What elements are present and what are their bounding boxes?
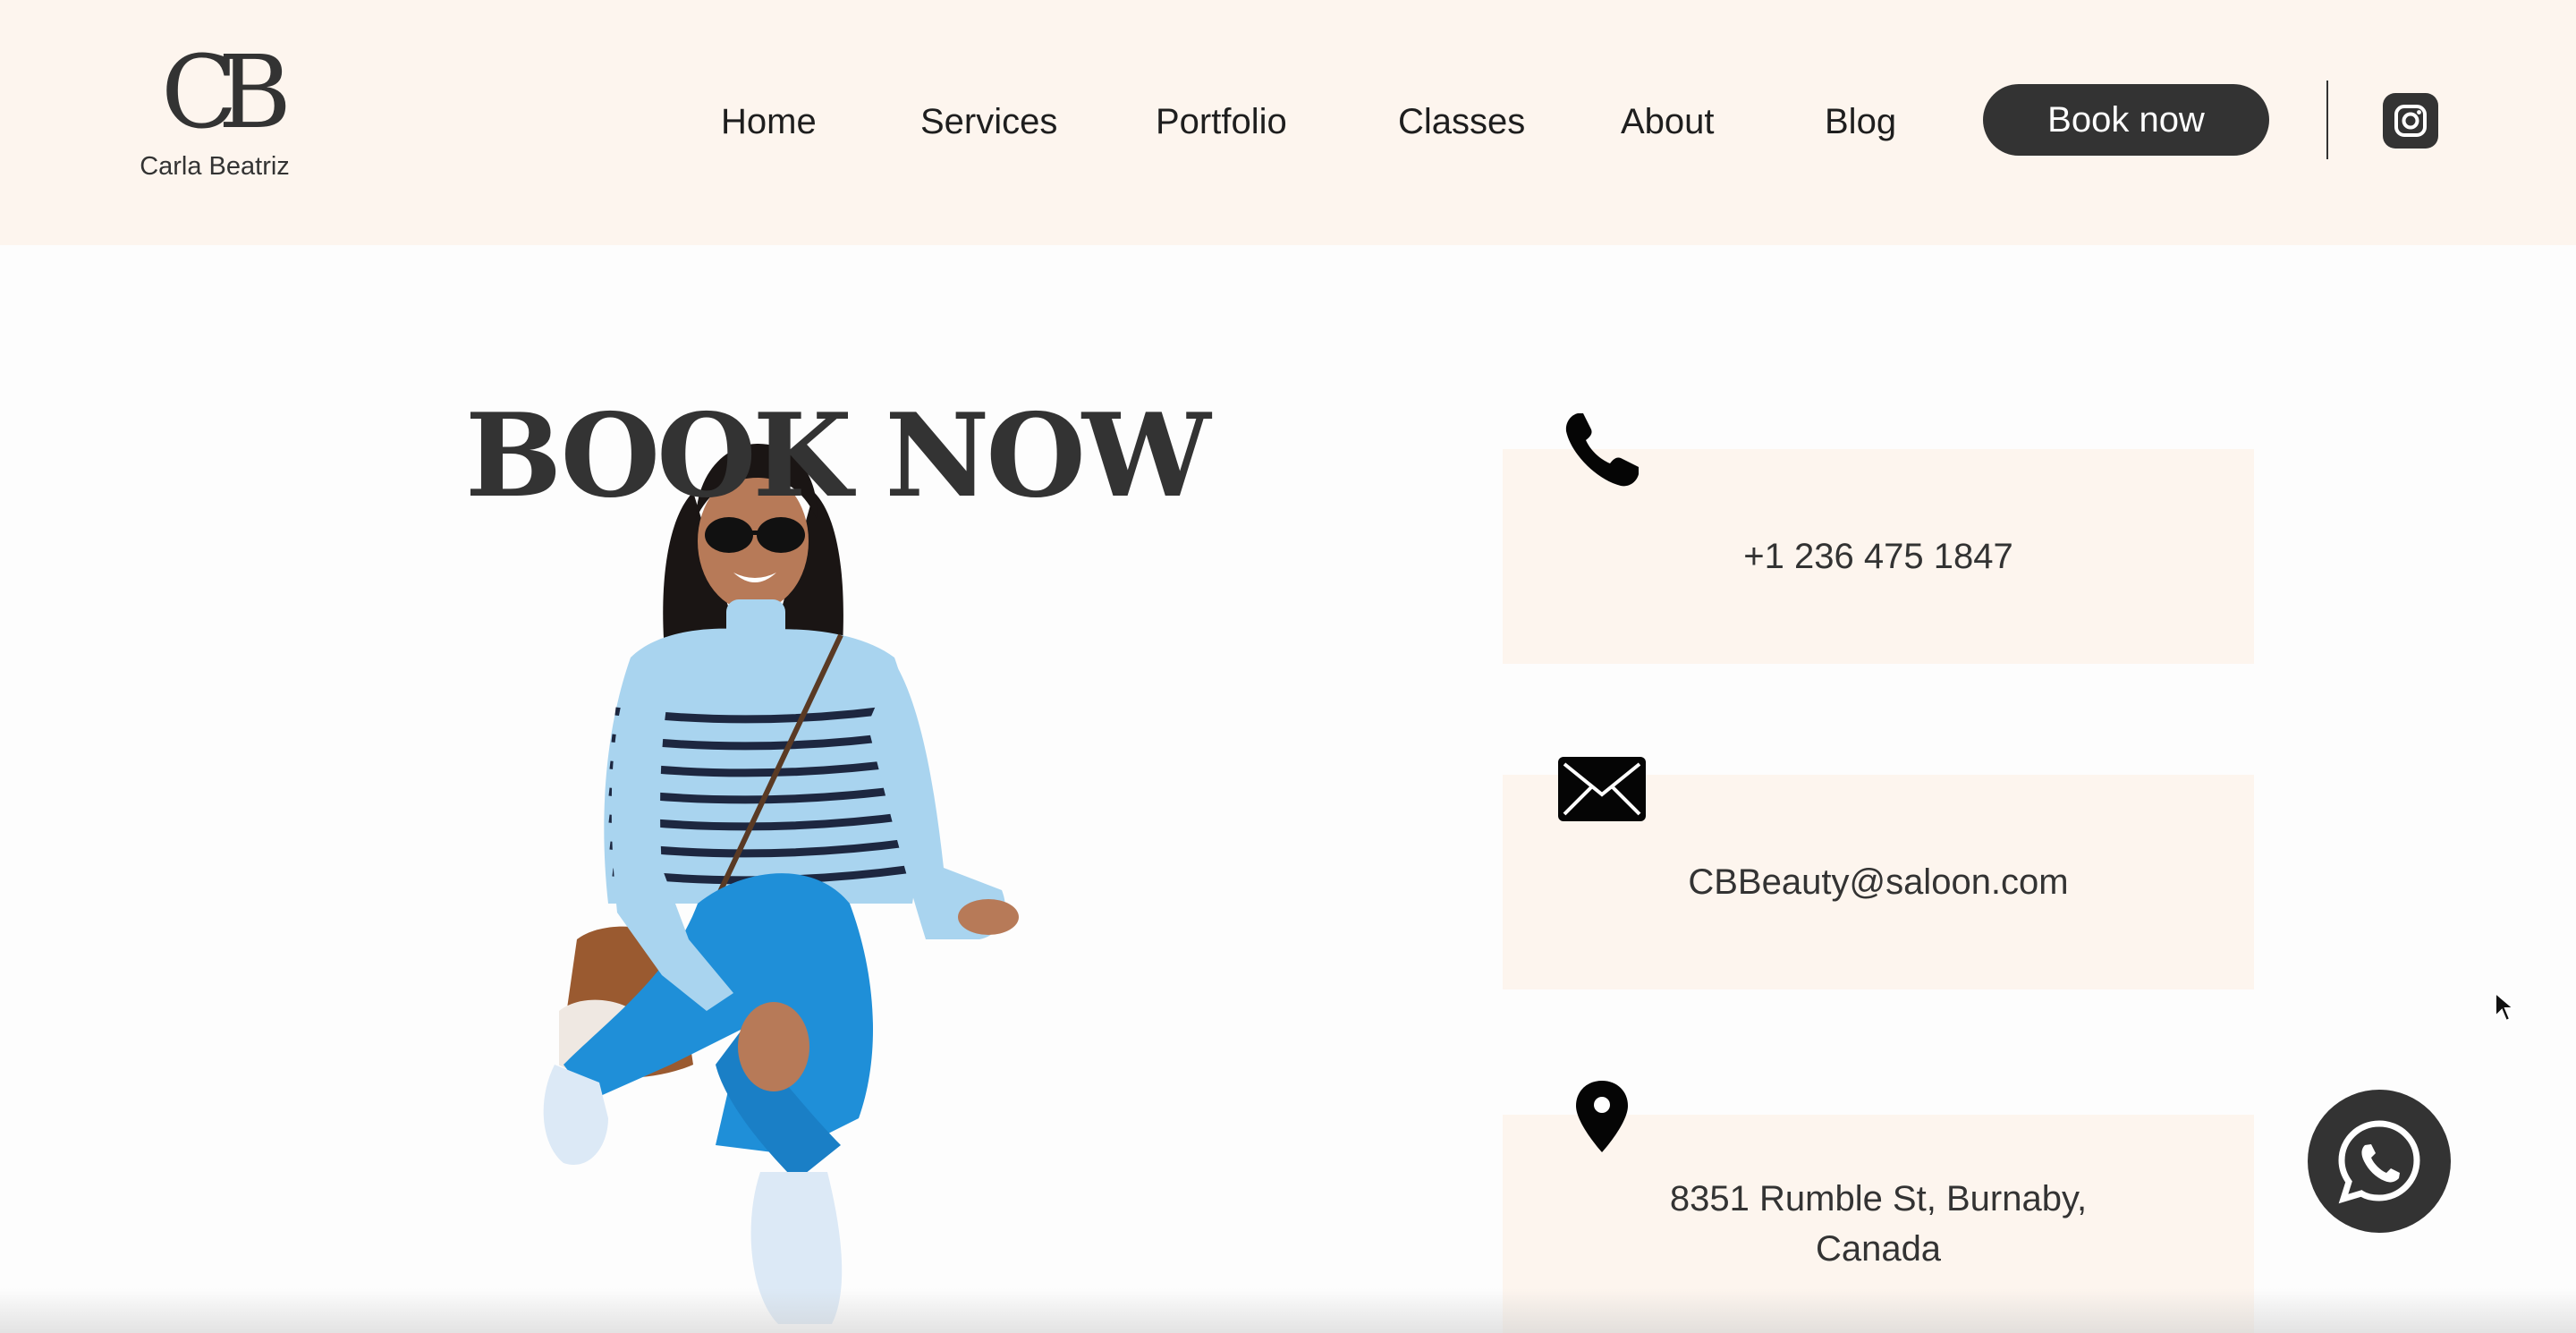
hero-photo <box>543 443 1019 1324</box>
page: CB Carla Beatriz Home Services Portfolio… <box>0 0 2576 1333</box>
envelope-icon <box>1558 757 1646 821</box>
phone-number[interactable]: +1 236 475 1847 <box>1503 531 2254 582</box>
whatsapp-icon <box>2338 1120 2420 1204</box>
address-line-1: 8351 Rumble St, Burnaby, <box>1669 1179 2088 1218</box>
site-header: CB Carla Beatriz Home Services Portfolio… <box>0 0 2576 245</box>
logo-name: Carla Beatriz <box>140 152 290 181</box>
mouse-cursor-icon <box>2495 991 2515 1023</box>
logo-monogram: CB <box>161 35 292 151</box>
phone-icon <box>1565 413 1639 487</box>
nav-classes[interactable]: Classes <box>1398 97 1525 147</box>
address-line-2: Canada <box>1815 1229 1942 1269</box>
map-pin-icon <box>1576 1081 1628 1152</box>
site-logo[interactable]: CB Carla Beatriz <box>125 39 304 183</box>
whatsapp-chat-button[interactable] <box>2308 1090 2451 1233</box>
nav-portfolio[interactable]: Portfolio <box>1156 97 1287 147</box>
bottom-fade <box>0 1288 2576 1333</box>
nav-divider <box>2326 81 2328 159</box>
page-title: BOOK NOW <box>465 389 1211 523</box>
nav-services[interactable]: Services <box>920 97 1057 147</box>
book-now-button[interactable]: Book now <box>1983 84 2269 156</box>
instagram-icon[interactable] <box>2383 93 2438 149</box>
nav-about[interactable]: About <box>1621 97 1715 147</box>
nav-home[interactable]: Home <box>721 97 817 147</box>
nav-blog[interactable]: Blog <box>1825 97 1896 147</box>
email-address[interactable]: CBBeauty@saloon.com <box>1503 857 2254 907</box>
